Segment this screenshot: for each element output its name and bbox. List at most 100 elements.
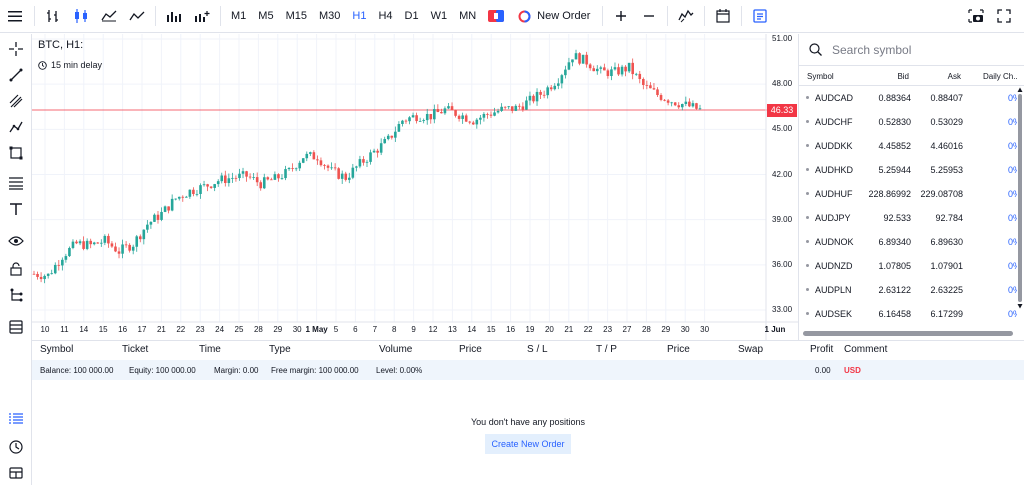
col-symbol[interactable]: Symbol [40,344,73,355]
area-chart-type-button[interactable] [95,0,123,33]
col-current-price[interactable]: Price [667,344,690,355]
symbol-row[interactable]: AUDHKD 5.25944 5.25953 0% [799,158,1017,182]
positions-tab[interactable] [0,406,32,432]
candle-body [135,236,139,247]
drawing-toolbar [0,34,32,485]
col-swap[interactable]: Swap [738,344,763,355]
zoom-in-button[interactable] [607,0,635,33]
text-tool[interactable] [0,196,32,222]
symbol-row[interactable]: AUDCHF 0.52830 0.53029 0% [799,110,1017,134]
create-new-order-button[interactable]: Create New Order [485,434,571,454]
market-watch-vscroll[interactable] [1017,86,1023,310]
stack-icon [9,320,23,334]
col-price[interactable]: Price [459,344,482,355]
bid-price: 92.533 [883,213,911,223]
text-icon [10,203,22,215]
timeframe-d1[interactable]: D1 [399,0,425,33]
market-watch-hscroll[interactable] [803,331,1013,336]
candle-body [514,105,518,111]
fibonacci-tool[interactable] [0,170,32,196]
col-bid[interactable]: Bid [879,72,909,81]
trend-line-tool[interactable] [0,62,32,88]
candle-body [252,177,255,178]
col-ask[interactable]: Ask [939,72,961,81]
col-profit[interactable]: Profit [810,344,833,355]
history-tab[interactable] [0,434,32,460]
symbol-row[interactable]: AUDJPY 92.533 92.784 0% [799,206,1017,230]
candle-body [666,100,670,103]
timeframe-m15[interactable]: M15 [280,0,313,33]
journal-tab[interactable] [0,460,32,485]
candle-body [556,83,560,86]
col-volume[interactable]: Volume [379,344,412,355]
col-type[interactable]: Type [269,344,291,355]
bid-price: 0.52830 [878,117,911,127]
candle-body [262,177,266,189]
search-input[interactable] [832,42,982,57]
col-tp[interactable]: T / P [596,344,617,355]
timeframe-m1[interactable]: M1 [225,0,252,33]
col-sl[interactable]: S / L [527,344,548,355]
channel-tool[interactable] [0,88,32,114]
candle-body [433,109,436,120]
symbol-row[interactable]: AUDDKK 4.45852 4.46016 0% [799,134,1017,158]
symbol-row[interactable]: AUDNZD 1.07805 1.07901 0% [799,254,1017,278]
indicator-button[interactable] [672,0,700,33]
candle-body [131,246,135,251]
symbol-name: AUDJPY [815,213,851,223]
col-time[interactable]: Time [199,344,221,355]
one-click-trading-button[interactable] [482,0,510,33]
rectangle-tool[interactable] [0,140,32,166]
chart-canvas[interactable] [32,34,798,340]
timeframe-m5[interactable]: M5 [252,0,279,33]
symbol-dot-icon [806,120,809,123]
volumes-button[interactable] [160,0,188,33]
symbol-row[interactable]: AUDNOK 6.89340 6.89630 0% [799,230,1017,254]
screenshot-button[interactable] [962,0,990,33]
candle-body [564,69,567,76]
objects-tree-tool[interactable] [0,282,32,308]
symbol-row[interactable]: AUDPLN 2.63122 2.63225 0% [799,278,1017,302]
lock-tool[interactable] [0,256,32,282]
bar-chart-type-button[interactable] [39,0,67,33]
timeframe-mn[interactable]: MN [453,0,482,33]
visibility-tool[interactable] [0,228,32,254]
crosshair-tool[interactable] [0,36,32,62]
symbol-row[interactable]: AUDCAD 0.88364 0.88407 0% [799,86,1017,110]
candle-body [567,62,571,70]
candle-body [124,244,128,246]
new-order-button[interactable]: New Order [510,0,598,33]
timeframe-m30[interactable]: M30 [313,0,346,33]
candle-body [634,73,638,75]
symbol-row[interactable]: AUDHUF 228.86992 229.08708 0% [799,182,1017,206]
timeframe-h1[interactable]: H1 [346,0,372,33]
symbol-row[interactable]: AUDSEK 6.16458 6.17299 0% [799,302,1017,326]
calendar-button[interactable] [709,0,737,33]
candle-body [323,165,326,166]
path-tool[interactable] [0,114,32,140]
col-ticket[interactable]: Ticket [122,344,148,355]
line-chart-type-button[interactable] [123,0,151,33]
daily-change: 0% [1008,189,1017,199]
ask-price: 4.46016 [930,141,963,151]
timeframe-w1[interactable]: W1 [425,0,454,33]
candle-body [53,264,57,274]
price-chart[interactable]: BTC, H1: 15 min delay 51.00 48.00 45.00 42.… [32,34,798,340]
indicators-button[interactable] [188,0,216,33]
col-daily-change[interactable]: Daily Ch... [983,72,1017,81]
candle-body [471,122,475,125]
candle-body [142,229,146,240]
menu-button[interactable] [0,0,30,33]
col-comment[interactable]: Comment [844,344,887,355]
trade-history-button[interactable] [746,0,774,33]
zoom-out-button[interactable] [635,0,663,33]
candle-body [298,162,301,169]
time-tick-label: 1 May [305,325,328,334]
timeframe-h4[interactable]: H4 [372,0,398,33]
layers-tool[interactable] [0,314,32,340]
candle-chart-type-button[interactable] [67,0,95,33]
col-symbol[interactable]: Symbol [807,72,834,81]
time-tick-label: 28 [253,325,263,334]
candle-body [560,75,564,84]
fullscreen-button[interactable] [990,0,1018,33]
